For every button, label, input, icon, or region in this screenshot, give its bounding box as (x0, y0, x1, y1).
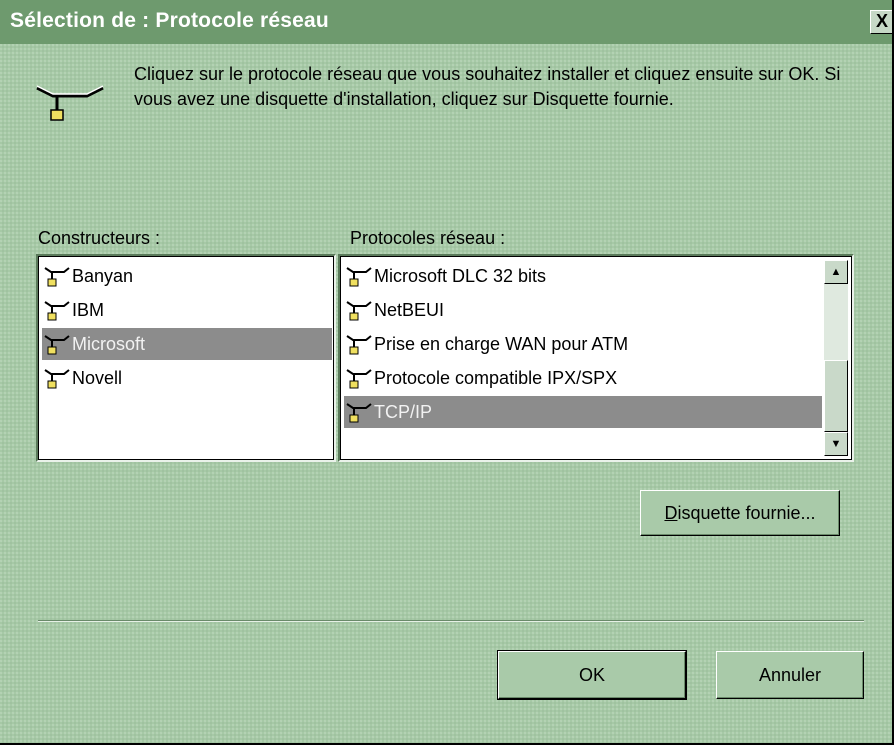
constructeurs-label: Constructeurs : (38, 228, 161, 248)
vertical-scrollbar[interactable]: ▲ ▼ (824, 260, 848, 456)
list-item[interactable]: IBM (42, 294, 332, 326)
list-item[interactable]: NetBEUI (344, 294, 822, 326)
button-label: isquette fournie... (677, 503, 816, 523)
button-label: Annuler (758, 665, 822, 685)
protocoles-label: Protocoles réseau : (350, 228, 506, 248)
list-item-label: TCP/IP (374, 402, 433, 422)
protocoles-listbox[interactable]: Microsoft DLC 32 bits NetBEUI Prise en c… (338, 254, 854, 462)
cancel-button[interactable]: Annuler (716, 651, 864, 699)
instruction-text: Cliquez sur le protocole réseau que vous… (134, 64, 841, 109)
scroll-down-button[interactable]: ▼ (824, 432, 848, 456)
network-protocol-icon (346, 335, 372, 355)
protocol-selection-dialog: Sélection de : Protocole réseau X Clique… (0, 0, 894, 745)
button-label: OK (578, 665, 605, 685)
separator (38, 620, 864, 622)
list-item[interactable]: Microsoft DLC 32 bits (344, 260, 822, 292)
network-protocol-icon (346, 301, 372, 321)
network-protocol-icon (44, 301, 70, 321)
network-protocol-icon (44, 267, 70, 287)
scroll-up-button[interactable]: ▲ (824, 260, 848, 284)
scroll-thumb[interactable] (824, 360, 848, 432)
network-protocol-icon (346, 403, 372, 423)
arrow-up-icon: ▲ (830, 266, 842, 278)
network-protocol-icon (36, 85, 104, 121)
list-item-selected[interactable]: TCP/IP (344, 396, 822, 428)
accelerator-key: D (664, 503, 678, 523)
network-protocol-icon (44, 369, 70, 389)
network-protocol-icon (346, 369, 372, 389)
list-item[interactable]: Banyan (42, 260, 332, 292)
close-icon: X (875, 11, 888, 31)
window-title: Sélection de : Protocole réseau (10, 9, 329, 32)
list-item-label: Banyan (72, 266, 134, 286)
close-button[interactable]: X (870, 10, 892, 34)
network-protocol-icon (44, 335, 70, 355)
constructeurs-listbox[interactable]: Banyan IBM Microsoft Novell (36, 254, 336, 462)
title-bar[interactable]: Sélection de : Protocole réseau X (0, 0, 892, 44)
list-item-label: NetBEUI (374, 300, 445, 320)
list-item-selected[interactable]: Microsoft (42, 328, 332, 360)
list-item[interactable]: Prise en charge WAN pour ATM (344, 328, 822, 360)
list-item-label: Prise en charge WAN pour ATM (374, 334, 629, 354)
list-item-label: IBM (72, 300, 105, 320)
list-item-label: Protocole compatible IPX/SPX (374, 368, 618, 388)
list-item[interactable]: Novell (42, 362, 332, 394)
ok-button[interactable]: OK (497, 650, 687, 700)
list-item[interactable]: Protocole compatible IPX/SPX (344, 362, 822, 394)
disquette-fournie-button[interactable]: Disquette fournie... (640, 490, 840, 536)
arrow-down-icon: ▼ (830, 438, 842, 450)
list-item-label: Microsoft DLC 32 bits (374, 266, 547, 286)
list-item-label: Novell (72, 368, 123, 388)
network-protocol-icon (346, 267, 372, 287)
list-item-label: Microsoft (72, 334, 146, 354)
